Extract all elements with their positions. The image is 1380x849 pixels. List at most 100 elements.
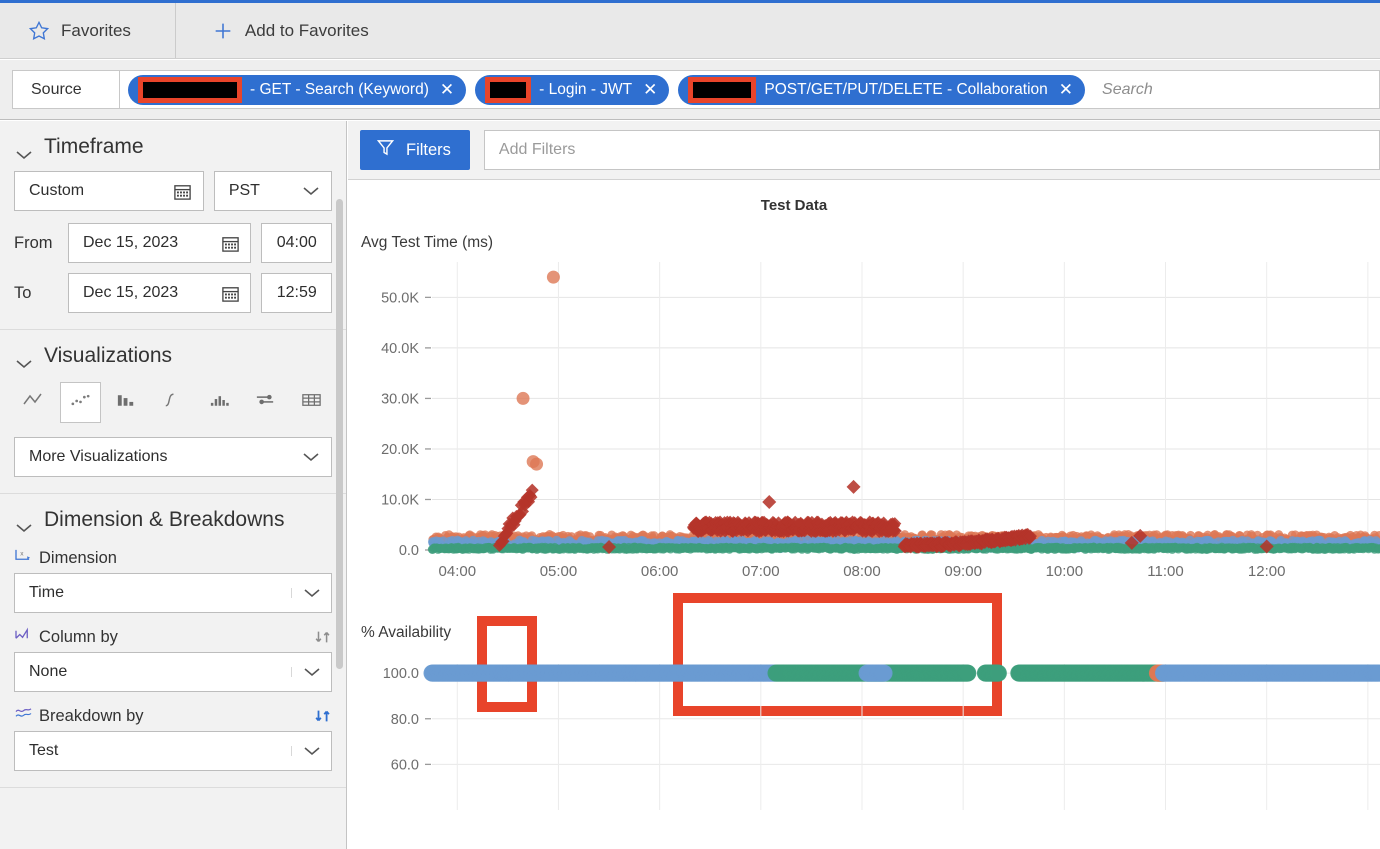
column-by-field-label: Column by	[0, 613, 346, 647]
visualizations-header[interactable]: Visualizations	[0, 330, 346, 374]
dimension-label: Dimension	[39, 549, 117, 568]
source-chip[interactable]: - Login - JWT ✕	[475, 75, 669, 105]
timeframe-title: Timeframe	[44, 135, 144, 159]
close-icon[interactable]: ✕	[440, 81, 454, 98]
funnel-icon	[376, 138, 395, 162]
spline-curve-icon	[161, 392, 184, 413]
svg-text:80.0: 80.0	[391, 712, 419, 728]
sidebar-scrollbar[interactable]	[336, 199, 343, 669]
source-chip[interactable]: - GET - Search (Keyword) ✕	[128, 75, 466, 105]
to-date-field[interactable]: Dec 15, 2023	[68, 273, 251, 313]
chevron-down-icon	[16, 142, 32, 152]
source-row: Source - GET - Search (Keyword) ✕ - Logi…	[0, 60, 1380, 120]
add-to-favorites-button[interactable]: Add to Favorites	[176, 3, 395, 58]
filters-button-label: Filters	[406, 141, 451, 160]
chart1-plot-wrapper: 0.010.0K20.0K30.0K40.0K50.0K04:0005:0006…	[348, 252, 1380, 612]
breakdown-by-select[interactable]: Test	[14, 731, 332, 771]
chart1-svg[interactable]: 0.010.0K20.0K30.0K40.0K50.0K04:0005:0006…	[348, 252, 1380, 612]
viz-line-chart-button[interactable]	[14, 382, 55, 423]
breakdown-lines-icon	[14, 706, 33, 726]
breakdown-by-value: Test	[15, 742, 291, 760]
svg-text:07:00: 07:00	[742, 563, 780, 580]
svg-text:11:00: 11:00	[1147, 563, 1183, 580]
sort-arrows-icon[interactable]	[314, 629, 332, 645]
add-filters-placeholder: Add Filters	[499, 141, 575, 159]
dimension-select[interactable]: Time	[14, 573, 332, 613]
add-to-favorites-label: Add to Favorites	[245, 21, 369, 41]
source-chip-label: - GET - Search (Keyword)	[250, 81, 429, 99]
table-grid-icon	[300, 392, 323, 413]
timezone-value: PST	[215, 182, 291, 200]
redacted-text-block	[138, 77, 242, 103]
timeframe-header[interactable]: Timeframe	[0, 121, 346, 165]
app-root: Favorites Add to Favorites Source - GET …	[0, 0, 1380, 849]
close-icon[interactable]: ✕	[1059, 81, 1073, 98]
favorites-bar: Favorites Add to Favorites	[0, 3, 1380, 59]
svg-text:09:00: 09:00	[944, 563, 982, 580]
calendar-icon[interactable]	[210, 234, 250, 253]
column-by-select[interactable]: None	[14, 652, 332, 692]
timeframe-preset-value: Custom	[15, 182, 163, 200]
svg-text:10:00: 10:00	[1046, 563, 1084, 580]
timeframe-section: Timeframe Custom PST From	[0, 121, 346, 330]
source-chip-field[interactable]: - GET - Search (Keyword) ✕ - Login - JWT…	[120, 70, 1380, 109]
viz-scatter-plot-button[interactable]	[60, 382, 101, 423]
more-visualizations-value: More Visualizations	[15, 448, 291, 466]
viz-spline-curve-button[interactable]	[152, 382, 193, 423]
plus-icon	[212, 20, 234, 42]
favorites-button[interactable]: Favorites	[0, 3, 176, 58]
scatter-plot-icon	[69, 392, 92, 413]
svg-text:60.0: 60.0	[391, 757, 419, 773]
line-chart-icon	[23, 392, 47, 413]
timeframe-preset-select[interactable]: Custom	[14, 171, 204, 211]
calendar-icon[interactable]	[210, 284, 250, 303]
calendar-icon[interactable]	[163, 182, 203, 201]
viz-bar-chart-button[interactable]	[106, 382, 147, 423]
svg-text:40.0K: 40.0K	[381, 341, 419, 357]
source-search-placeholder[interactable]: Search	[1094, 81, 1153, 99]
from-date-field[interactable]: Dec 15, 2023	[68, 223, 251, 263]
column-by-row: None	[0, 647, 346, 692]
visualization-type-row	[0, 374, 346, 423]
source-chip-label: POST/GET/PUT/DELETE - Collaboration	[764, 81, 1047, 99]
x-axis-icon: x	[14, 548, 33, 568]
timezone-select[interactable]: PST	[214, 171, 332, 211]
to-date-value: Dec 15, 2023	[69, 284, 210, 302]
to-time-field[interactable]: 12:59	[261, 273, 332, 313]
from-time-value: 04:00	[277, 234, 317, 252]
chart1-y-axis-title: Avg Test Time (ms)	[348, 214, 1380, 252]
svg-text:06:00: 06:00	[641, 563, 679, 580]
dimension-value: Time	[15, 584, 291, 602]
close-icon[interactable]: ✕	[643, 81, 657, 98]
svg-text:12:00: 12:00	[1248, 563, 1286, 580]
chart2-y-axis-title: % Availability	[348, 612, 1380, 642]
chart2-svg[interactable]: 60.0 80.0 100.0	[348, 642, 1380, 812]
source-chip[interactable]: POST/GET/PUT/DELETE - Collaboration ✕	[678, 75, 1085, 105]
main-panel: Filters Add Filters Test Data Avg Test T…	[348, 121, 1380, 849]
svg-text:05:00: 05:00	[540, 563, 578, 580]
timeframe-preset-row: Custom PST	[0, 165, 346, 211]
source-label: Source	[12, 70, 120, 109]
viz-range-plot-button[interactable]	[245, 382, 286, 423]
chart-title: Test Data	[348, 180, 1380, 214]
sort-arrows-icon[interactable]	[314, 708, 332, 724]
column-chart-icon	[14, 627, 33, 647]
more-visualizations-select[interactable]: More Visualizations	[14, 437, 332, 477]
svg-text:0.0: 0.0	[399, 543, 419, 559]
dimension-row: Time	[0, 568, 346, 613]
svg-text:100.0: 100.0	[383, 666, 419, 682]
redacted-text-block	[688, 77, 756, 103]
visualizations-section: Visualizations	[0, 330, 346, 494]
timeframe-to-row: To Dec 15, 2023 12:59	[0, 263, 346, 313]
timeframe-from-row: From Dec 15, 2023 04:00	[0, 211, 346, 263]
dimension-breakdowns-header[interactable]: Dimension & Breakdowns	[0, 494, 346, 538]
from-time-field[interactable]: 04:00	[261, 223, 332, 263]
filters-button[interactable]: Filters	[360, 130, 470, 170]
viz-table-grid-button[interactable]	[291, 382, 332, 423]
chevron-down-icon	[291, 588, 331, 598]
svg-text:30.0K: 30.0K	[381, 391, 419, 407]
viz-histogram-button[interactable]	[199, 382, 240, 423]
dimension-field-label: x Dimension	[0, 538, 346, 568]
to-label: To	[14, 284, 58, 303]
add-filters-input[interactable]: Add Filters	[484, 130, 1380, 170]
